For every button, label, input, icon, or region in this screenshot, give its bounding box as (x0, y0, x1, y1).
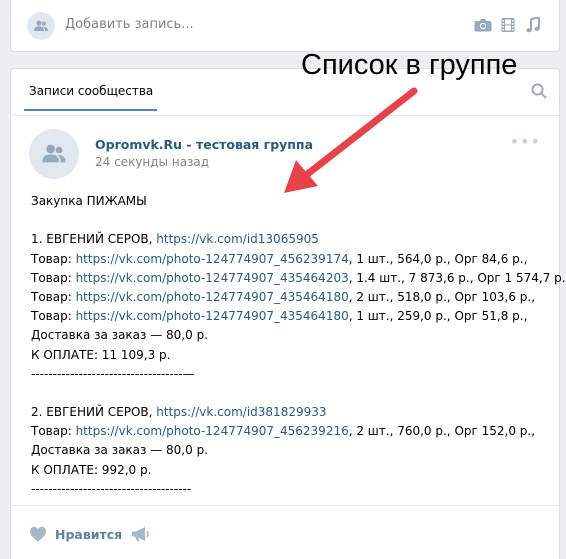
post-text-fragment: Доставка за заказ — 80,0 р. (31, 443, 209, 458)
compose-box[interactable]: Добавить запись... (10, 0, 560, 52)
post-text-line: 1. ЕВГЕНИЙ СЕРОВ, https://vk.com/id13065… (31, 230, 551, 249)
like-button[interactable]: Нравится (29, 526, 122, 542)
post-link[interactable]: https://vk.com/photo-124774907_456239174 (76, 252, 349, 266)
more-icon[interactable]: ••• (510, 134, 541, 150)
post-link[interactable]: https://vk.com/photo-124774907_435464180 (76, 309, 349, 323)
post-text-fragment: , 1 шт., 564,0 р., Орг 84,6 р., (348, 251, 528, 266)
post-text-fragment: , 1 шт., 259,0 р., Орг 51,8 р., (348, 309, 528, 324)
post-author[interactable]: Opromvk.Ru - тестовая группа (95, 137, 313, 152)
post-text-fragment: Товар: (31, 424, 76, 439)
post-text-line: К ОПЛАТЕ: 11 109,3 р. (31, 346, 551, 365)
tab-community-posts[interactable]: Записи сообщества (24, 84, 158, 111)
post-text-line: Товар: https://vk.com/photo-124774907_45… (31, 250, 551, 269)
post-text-fragment: Доставка за заказ — 80,0 р. (31, 328, 209, 343)
post-link[interactable]: https://vk.com/photo-124774907_435464203 (76, 271, 349, 285)
post-text-line: Товар: https://vk.com/photo-124774907_43… (31, 307, 551, 326)
post-text-fragment: 1. ЕВГЕНИЙ СЕРОВ, (31, 232, 157, 247)
annotation-label: Список в группе (301, 49, 518, 81)
post-text-fragment: К ОПЛАТЕ: 11 109,3 р. (31, 347, 171, 362)
post-text-fragment: Товар: (31, 251, 76, 266)
community-icon (34, 20, 48, 31)
post-text-fragment: Товар: (31, 309, 76, 324)
post-text-line: -----------------------------------— (31, 365, 551, 384)
post-text-fragment: 2. ЕВГЕНИЙ СЕРОВ, (31, 405, 157, 420)
post-text-fragment: Товар: (31, 270, 76, 285)
community-wall: Записи сообщества Список в группе Opromv… (10, 49, 566, 559)
post-text-line: 2. ЕВГЕНИЙ СЕРОВ, https://vk.com/id38182… (31, 403, 551, 422)
heart-icon (30, 526, 46, 542)
post-avatar[interactable] (29, 129, 79, 179)
music-icon[interactable] (526, 17, 540, 33)
post-text-line: Доставка за заказ — 80,0 р. (31, 441, 551, 460)
post-text-line: Товар: https://vk.com/photo-124774907_43… (31, 288, 551, 307)
post-text-fragment: , 2 шт., 518,0 р., Орг 103,6 р., (348, 289, 536, 304)
post-text-fragment: Товар: (31, 289, 76, 304)
post-text-fragment: ------------------------------------- (31, 481, 192, 496)
post-link[interactable]: https://vk.com/photo-124774907_435464180 (76, 290, 349, 304)
search-icon[interactable] (531, 83, 547, 99)
post-text-line: Доставка за заказ — 80,0 р. (31, 326, 551, 345)
post-text-line: ------------------------------------- (31, 480, 551, 499)
megaphone-icon[interactable] (131, 526, 151, 542)
post-link[interactable]: https://vk.com/photo-124774907_456239216 (76, 424, 349, 438)
post-time[interactable]: 24 секунды назад (95, 155, 209, 169)
post-text-line (31, 384, 551, 403)
post-text-fragment: , 2 шт., 760,0 р., Орг 152,0 р., (348, 424, 536, 439)
compose-placeholder[interactable]: Добавить запись... (65, 17, 194, 32)
like-label: Нравится (55, 526, 123, 542)
video-icon[interactable] (501, 17, 515, 33)
post-text-line: Товар: https://vk.com/photo-124774907_43… (31, 269, 566, 288)
community-avatar (27, 12, 55, 40)
post-text-fragment: , 1.4 шт., 7 873,6 р., Орг 1 574,7 р., (348, 270, 566, 285)
post-text-line: Закупка ПИЖАМЫ (31, 192, 551, 211)
community-icon (42, 144, 66, 163)
post-text-fragment: К ОПЛАТЕ: 992,0 р. (31, 462, 152, 477)
post-text: Закупка ПИЖАМЫ 1. ЕВГЕНИЙ СЕРОВ, https://… (31, 192, 566, 499)
post-link[interactable]: https://vk.com/id13065905 (156, 232, 319, 246)
post-footer: Нравится (11, 505, 559, 559)
post-text-line: К ОПЛАТЕ: 992,0 р. (31, 461, 551, 480)
post-text-fragment: -----------------------------------— (31, 366, 195, 381)
post-link[interactable]: https://vk.com/id381829933 (156, 405, 326, 419)
post-text-line (31, 211, 551, 230)
page: Добавить запись... Записи сообщества Спи… (0, 0, 566, 559)
post-text-line: Товар: https://vk.com/photo-124774907_45… (31, 422, 551, 441)
post-text-fragment: Закупка ПИЖАМЫ (31, 194, 147, 208)
camera-icon[interactable] (474, 17, 492, 33)
